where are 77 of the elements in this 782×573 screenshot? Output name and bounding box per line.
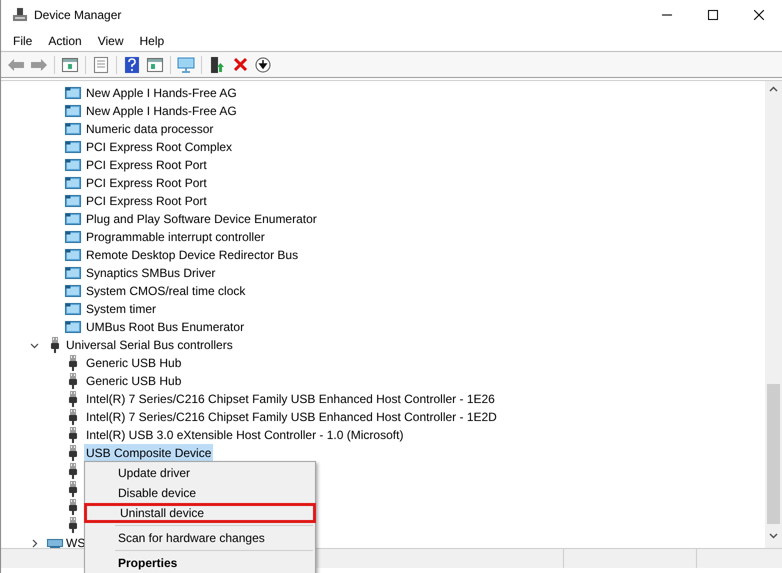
device-manager-icon	[12, 7, 28, 23]
monitor-icon	[177, 56, 195, 72]
device-name[interactable]: New Apple I Hands-Free AG	[84, 84, 239, 102]
device-icon	[65, 284, 81, 298]
driver-update-icon	[210, 56, 224, 72]
menu-option[interactable]: Update driver	[85, 463, 315, 483]
menu-option[interactable]: Scan for hardware changes	[85, 528, 315, 548]
device-name[interactable]: PCI Express Root Complex	[84, 138, 234, 156]
device-name[interactable]: Numeric data processor	[84, 120, 216, 138]
device-icon	[65, 320, 81, 334]
device-icon	[65, 122, 81, 136]
chevron-down-icon[interactable]	[30, 340, 39, 350]
device-icon	[65, 86, 81, 100]
category-name[interactable]: WS	[66, 534, 86, 548]
device-name[interactable]: Intel(R) 7 Series/C216 Chipset Family USB Enhanced Host Controller - 1E26	[84, 390, 497, 408]
device-icon	[65, 248, 81, 262]
help-icon	[125, 56, 139, 72]
usb-plug-icon	[69, 427, 77, 443]
device-name[interactable]: Synaptics SMBus Driver	[84, 264, 218, 282]
close-icon	[754, 10, 764, 20]
window-title: Device Manager	[34, 7, 122, 24]
menu-item[interactable]: Action	[40, 30, 90, 50]
usb-plug-icon	[69, 499, 77, 515]
device-icon	[65, 212, 81, 226]
device-icon	[65, 302, 81, 316]
device-icon	[65, 158, 81, 172]
menu-item[interactable]: File	[5, 30, 40, 50]
device-name[interactable]: Intel(R) USB 3.0 eXtensible Host Controller - 1.0 (Microsoft)	[84, 426, 406, 444]
document-icon	[94, 56, 108, 72]
device-icon	[65, 140, 81, 154]
maximize-icon	[708, 10, 718, 20]
usb-plug-icon	[69, 463, 77, 479]
usb-plug-icon	[51, 337, 59, 353]
menu-item[interactable]: Help	[132, 30, 172, 50]
device-icon	[65, 176, 81, 190]
menu-item[interactable]: View	[90, 30, 132, 50]
back-arrow-icon	[8, 58, 24, 70]
chevron-right-icon[interactable]	[30, 538, 39, 548]
usb-plug-icon	[69, 445, 77, 461]
menu-option[interactable]: Disable device	[85, 483, 315, 503]
scrollbar[interactable]	[765, 81, 782, 548]
device-name[interactable]: Generic USB Hub	[84, 372, 184, 390]
device-name[interactable]: PCI Express Root Port	[84, 174, 209, 192]
scrollbar-thumb[interactable]	[767, 384, 780, 524]
forward-arrow-icon	[31, 58, 47, 70]
device-name[interactable]: PCI Express Root Port	[84, 156, 209, 174]
device-name[interactable]: Intel(R) 7 Series/C216 Chipset Family USB Enhanced Host Controller - 1E2D	[84, 408, 499, 426]
menu-option[interactable]: Uninstall device	[84, 503, 316, 523]
device-icon	[65, 104, 81, 118]
network-adapter-icon	[47, 537, 63, 548]
device-name[interactable]: Remote Desktop Device Redirector Bus	[84, 246, 300, 264]
device-icon	[65, 230, 81, 244]
device-name[interactable]: Programmable interrupt controller	[84, 228, 267, 246]
category-name[interactable]: Universal Serial Bus controllers	[66, 336, 233, 354]
usb-plug-icon	[69, 355, 77, 371]
delete-icon	[234, 58, 246, 71]
usb-plug-icon	[69, 517, 77, 533]
scroll-down-icon[interactable]	[769, 533, 778, 539]
usb-plug-icon	[69, 409, 77, 425]
usb-plug-icon	[69, 391, 77, 407]
device-name[interactable]: System CMOS/real time clock	[84, 282, 248, 300]
device-name[interactable]: UMBus Root Bus Enumerator	[84, 318, 246, 336]
device-icon	[65, 194, 81, 208]
device-name[interactable]: System timer	[84, 300, 158, 318]
device-name[interactable]: Plug and Play Software Device Enumerator	[84, 210, 319, 228]
panel-icon	[147, 58, 163, 72]
device-name[interactable]: New Apple I Hands-Free AG	[84, 102, 239, 120]
scroll-up-icon[interactable]	[769, 86, 778, 92]
usb-plug-icon	[69, 481, 77, 497]
device-name[interactable]: PCI Express Root Port	[84, 192, 209, 210]
device-name[interactable]: USB Composite Device	[84, 444, 214, 462]
download-icon	[255, 56, 271, 72]
usb-plug-icon	[69, 373, 77, 389]
device-name[interactable]: Generic USB Hub	[84, 354, 184, 372]
device-icon	[65, 266, 81, 280]
panel-icon	[62, 58, 78, 72]
menu-option[interactable]: Properties	[85, 553, 315, 573]
